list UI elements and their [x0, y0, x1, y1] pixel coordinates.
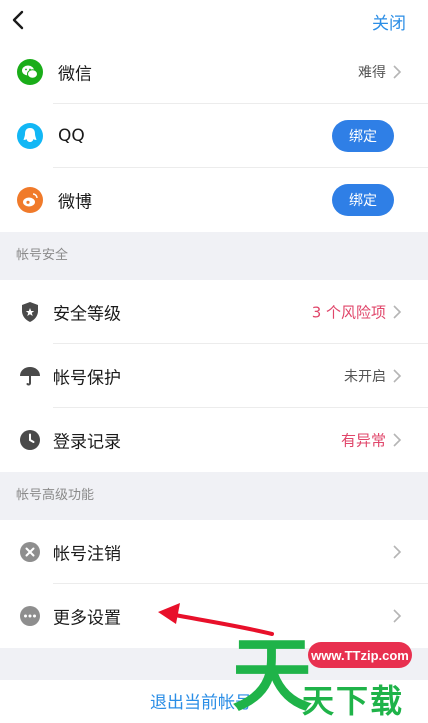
- chevron-right-icon: [393, 433, 402, 447]
- umbrella-icon: [16, 362, 44, 390]
- weibo-icon: [16, 186, 44, 214]
- cancel-circle-icon: [16, 538, 44, 566]
- chevron-right-icon: [393, 305, 402, 319]
- security-row-login-records[interactable]: 登录记录 有异常: [0, 408, 428, 472]
- chevron-right-icon: [393, 369, 402, 383]
- security-row-protection[interactable]: 帐号保护 未开启: [0, 344, 428, 408]
- security-level-label: 安全等级: [53, 304, 121, 325]
- bind-weibo-button[interactable]: 绑定: [332, 184, 394, 216]
- advanced-row-more-settings[interactable]: 更多设置: [0, 584, 428, 648]
- more-settings-label: 更多设置: [53, 608, 121, 629]
- back-arrow-icon[interactable]: [6, 6, 30, 34]
- close-button[interactable]: 关闭: [372, 9, 406, 34]
- security-row-level[interactable]: 安全等级 3 个风险项: [0, 280, 428, 344]
- binding-label-weibo: 微博: [58, 192, 92, 213]
- logout-row[interactable]: 退出当前帐号: [0, 680, 428, 723]
- top-bar: 关闭: [0, 0, 428, 40]
- binding-label-wechat: 微信: [58, 64, 92, 85]
- risk-count-text: 3 个风险项: [311, 303, 386, 322]
- wechat-icon: [16, 58, 44, 86]
- security-list: 安全等级 3 个风险项 帐号保护 未开启 登录记录 有异常: [0, 280, 428, 472]
- section-header-security: 帐号安全: [16, 248, 69, 263]
- wechat-account-name: 难得: [358, 65, 386, 81]
- protection-status-text: 未开启: [344, 369, 386, 385]
- binding-list: 微信 难得 QQ 绑定 微博 绑定: [0, 40, 428, 232]
- more-dots-icon: [16, 602, 44, 630]
- shield-star-icon: [16, 298, 44, 326]
- chevron-right-icon: [393, 609, 402, 623]
- qq-icon: [16, 122, 44, 150]
- clock-icon: [16, 426, 44, 454]
- bind-qq-button[interactable]: 绑定: [332, 120, 394, 152]
- cancel-account-label: 帐号注销: [53, 544, 121, 565]
- binding-row-weibo: 微博 绑定: [0, 168, 428, 232]
- login-anomaly-text: 有异常: [340, 431, 386, 450]
- section-header-advanced: 帐号高级功能: [16, 488, 95, 503]
- account-protection-label: 帐号保护: [53, 368, 121, 389]
- binding-label-qq: QQ: [58, 126, 85, 146]
- advanced-list: 帐号注销 更多设置: [0, 520, 428, 648]
- chevron-right-icon: [393, 545, 402, 559]
- chevron-right-icon: [393, 65, 402, 79]
- binding-row-qq: QQ 绑定: [0, 104, 428, 168]
- binding-row-wechat[interactable]: 微信 难得: [0, 40, 428, 104]
- logout-button[interactable]: 退出当前帐号: [150, 688, 252, 713]
- login-records-label: 登录记录: [53, 432, 121, 453]
- advanced-row-cancel-account[interactable]: 帐号注销: [0, 520, 428, 584]
